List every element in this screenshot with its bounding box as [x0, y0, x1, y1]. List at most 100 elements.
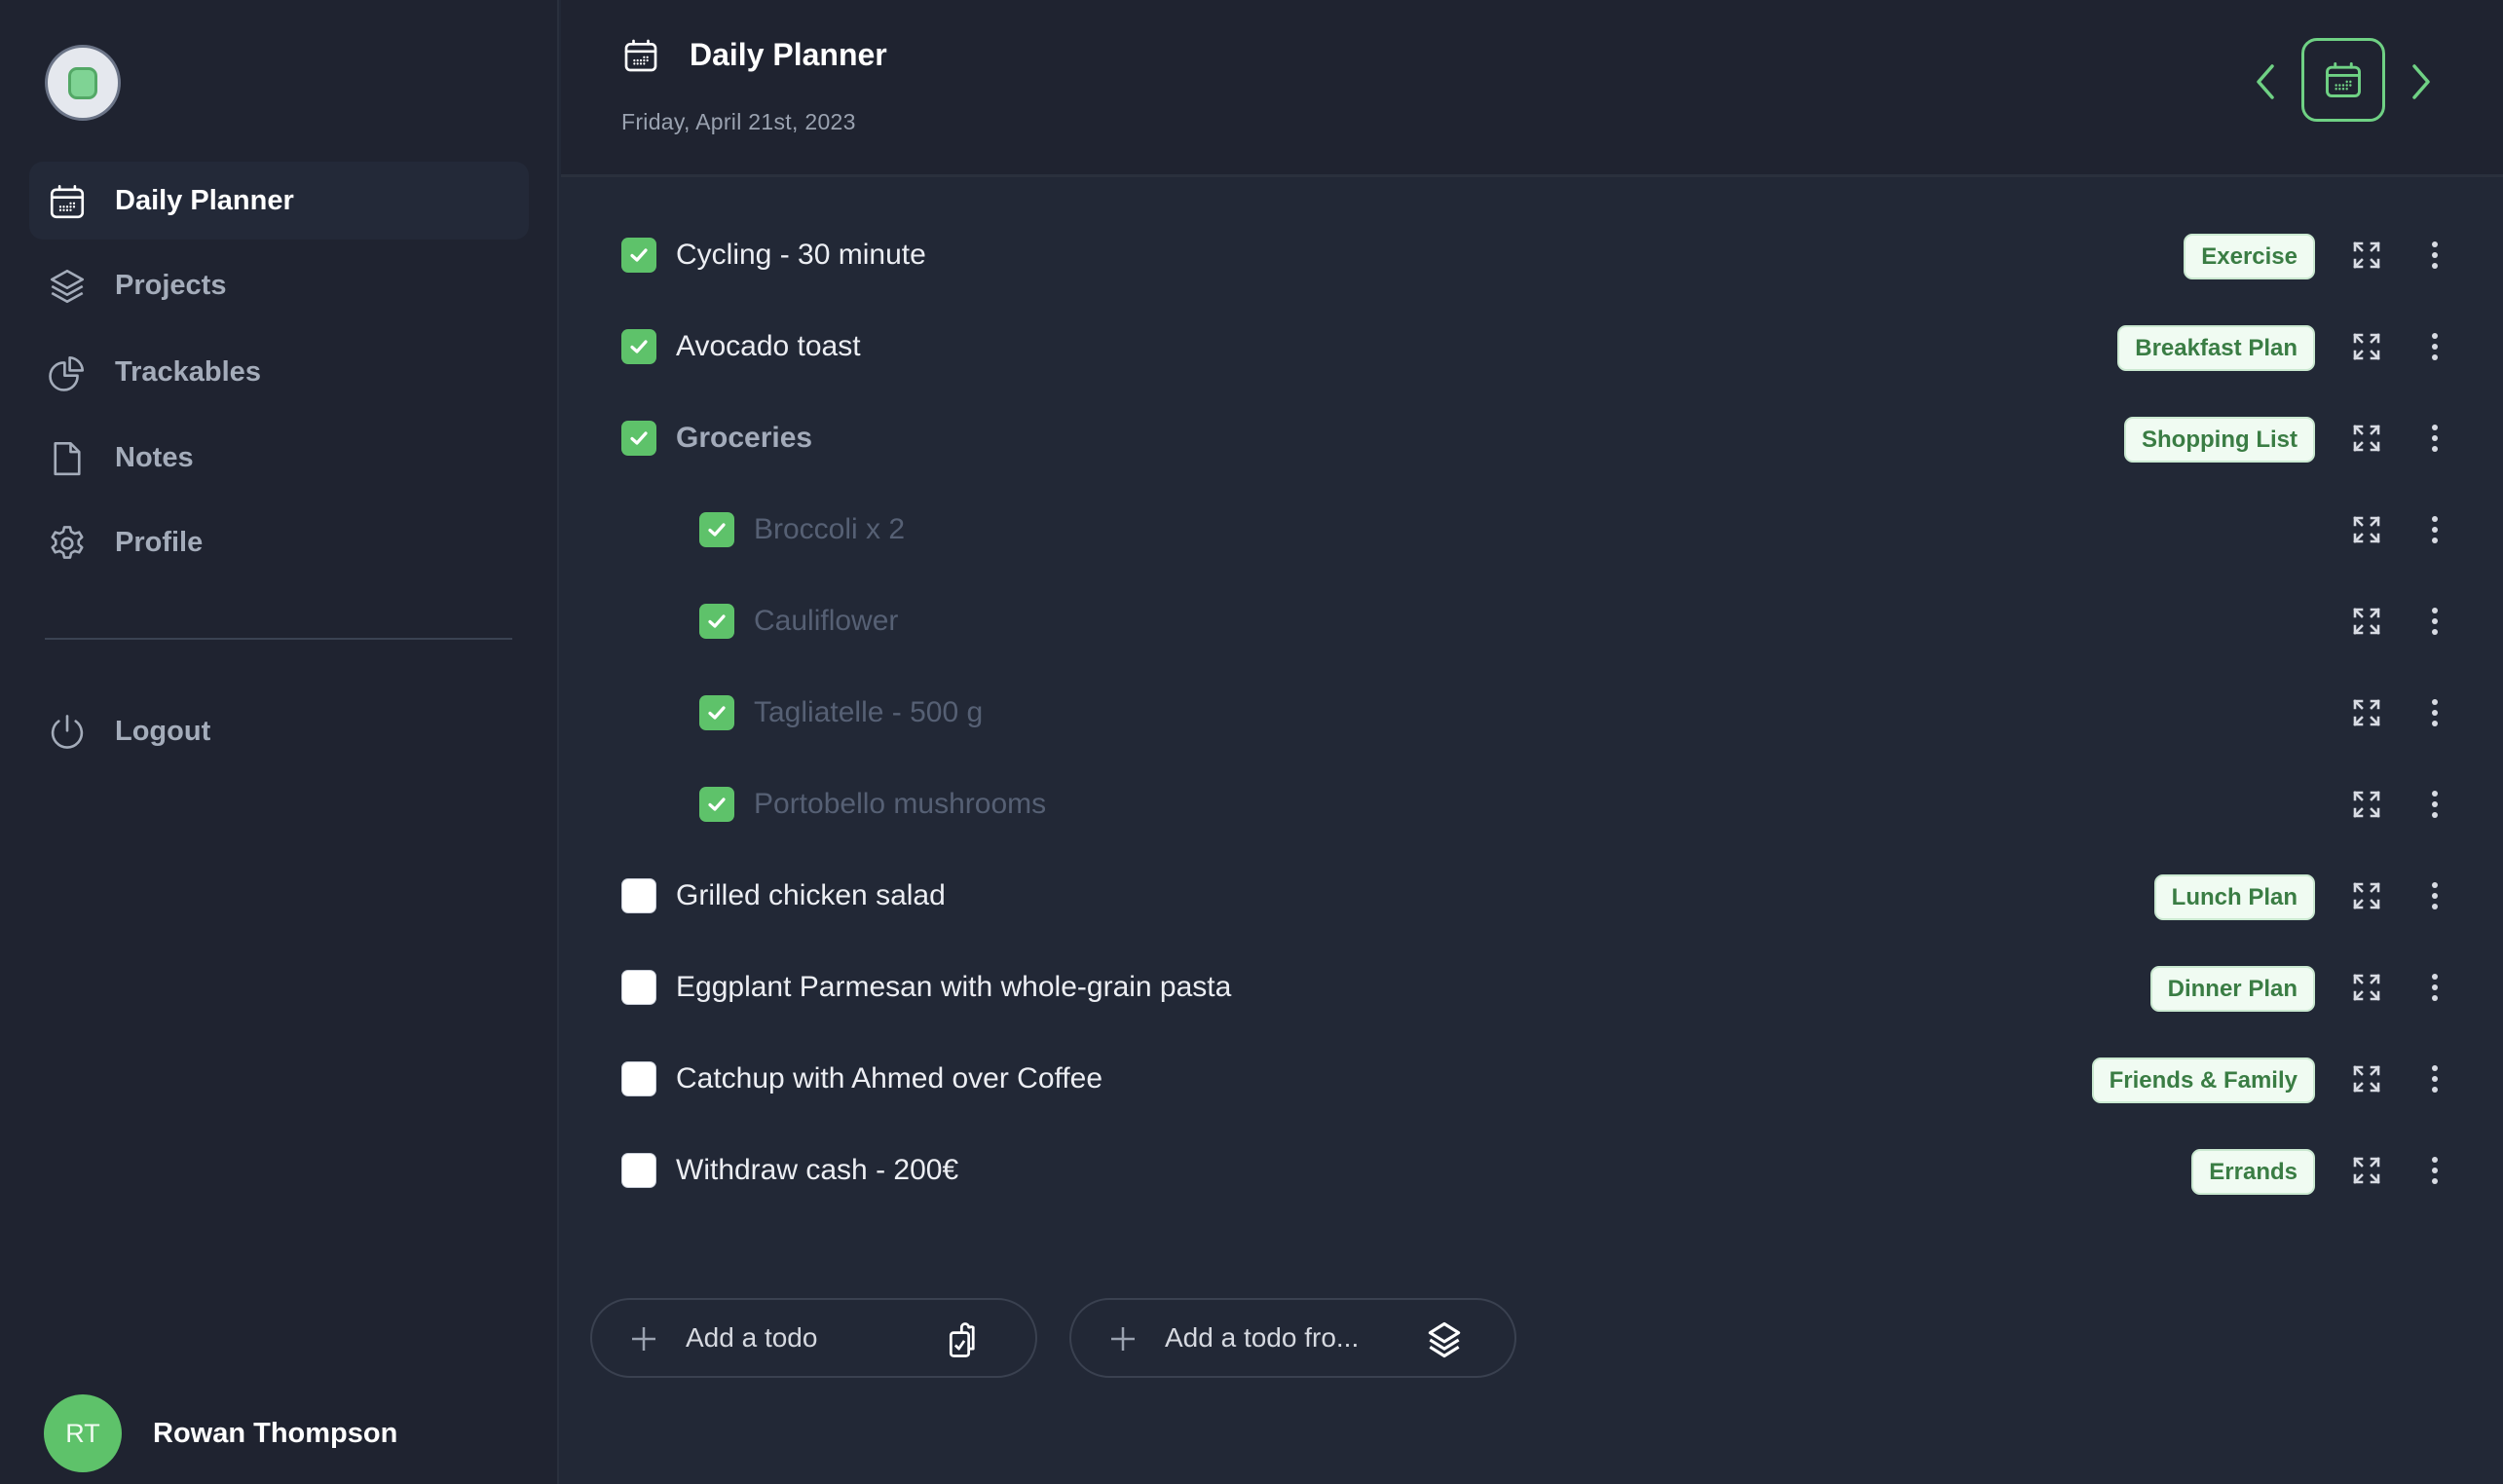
- checkmark-icon: [630, 340, 648, 353]
- checkmark-icon: [708, 614, 726, 628]
- todo-checkbox[interactable]: [699, 787, 734, 822]
- sidebar-item-projects[interactable]: Projects: [29, 246, 529, 324]
- expand-icon[interactable]: [2351, 240, 2382, 271]
- more-options-icon[interactable]: [2427, 971, 2443, 1004]
- plus-icon: [632, 1327, 655, 1351]
- todo-checkbox[interactable]: [621, 1061, 656, 1096]
- todo-tag[interactable]: Shopping List: [2124, 417, 2315, 463]
- todo-tag[interactable]: Dinner Plan: [2149, 966, 2315, 1012]
- expand-icon[interactable]: [2351, 972, 2382, 1003]
- expand-icon[interactable]: [2351, 606, 2382, 637]
- expand-icon[interactable]: [2351, 331, 2382, 362]
- todo-item: Tagliatelle - 500 g: [561, 667, 2503, 759]
- logo-mark: [68, 66, 97, 99]
- todo-label[interactable]: Cauliflower: [754, 605, 898, 638]
- expand-icon[interactable]: [2351, 789, 2382, 820]
- logout-label: Logout: [115, 715, 211, 747]
- sidebar-item-label: Projects: [115, 269, 227, 301]
- todo-item: Broccoli x 2: [561, 484, 2503, 575]
- todo-checkbox[interactable]: [621, 329, 656, 364]
- gear-icon: [47, 523, 88, 564]
- app-logo[interactable]: [45, 45, 121, 121]
- more-options-icon[interactable]: [2427, 330, 2443, 363]
- sidebar-item-profile[interactable]: Profile: [29, 503, 529, 581]
- power-icon: [47, 712, 88, 753]
- add-todo-from-label: Add a todo fro...: [1165, 1322, 1360, 1353]
- todo-label[interactable]: Cycling - 30 minute: [676, 239, 926, 272]
- sidebar: Daily Planner Projects Trackables Notes …: [0, 0, 559, 1484]
- todo-tag[interactable]: Breakfast Plan: [2117, 325, 2315, 371]
- more-options-icon[interactable]: [2427, 1154, 2443, 1187]
- todo-item: Cauliflower: [561, 575, 2503, 667]
- todo-checkbox[interactable]: [621, 238, 656, 273]
- todo-tag[interactable]: Exercise: [2184, 234, 2315, 279]
- todo-item: Avocado toast Breakfast Plan: [561, 301, 2503, 392]
- sidebar-item-label: Notes: [115, 441, 194, 473]
- expand-icon[interactable]: [2351, 880, 2382, 911]
- sidebar-item-label: Profile: [115, 526, 204, 558]
- todo-checkbox[interactable]: [699, 695, 734, 730]
- todo-checkbox[interactable]: [621, 421, 656, 456]
- todo-label[interactable]: Withdraw cash - 200€: [676, 1154, 958, 1187]
- todo-checkbox[interactable]: [621, 1153, 656, 1188]
- checkmark-icon: [708, 706, 726, 720]
- sidebar-item-notes[interactable]: Notes: [29, 419, 529, 497]
- previous-day-button[interactable]: [2246, 58, 2285, 105]
- page-title: Daily Planner: [690, 37, 887, 72]
- plus-icon: [1111, 1327, 1135, 1351]
- todo-checkbox[interactable]: [621, 878, 656, 913]
- checkmark-icon: [630, 248, 648, 262]
- todo-item: Portobello mushrooms: [561, 759, 2503, 850]
- todo-label[interactable]: Tagliatelle - 500 g: [754, 696, 983, 729]
- todo-item: Grilled chicken salad Lunch Plan: [561, 850, 2503, 942]
- todo-tag[interactable]: Friends & Family: [2091, 1057, 2315, 1103]
- more-options-icon[interactable]: [2427, 696, 2443, 729]
- todo-checkbox[interactable]: [699, 512, 734, 547]
- sidebar-item-label: Trackables: [115, 355, 261, 388]
- sidebar-divider: [45, 638, 512, 640]
- more-options-icon[interactable]: [2427, 879, 2443, 912]
- todo-checkbox[interactable]: [699, 604, 734, 639]
- checkmark-icon: [630, 431, 648, 445]
- user-name: Rowan Thompson: [153, 1417, 398, 1449]
- todo-label[interactable]: Eggplant Parmesan with whole-grain pasta: [676, 971, 1231, 1004]
- todo-label[interactable]: Broccoli x 2: [754, 513, 905, 546]
- sidebar-item-label: Daily Planner: [115, 184, 294, 216]
- add-todo-button[interactable]: Add a todo: [590, 1298, 1037, 1378]
- todo-tag[interactable]: Errands: [2191, 1149, 2315, 1195]
- next-day-button[interactable]: [2402, 58, 2441, 105]
- todo-label[interactable]: Grilled chicken salad: [676, 879, 946, 912]
- todo-label[interactable]: Portobello mushrooms: [754, 788, 1046, 821]
- logout-button[interactable]: Logout: [29, 692, 529, 770]
- expand-icon[interactable]: [2351, 423, 2382, 454]
- sidebar-item-trackables[interactable]: Trackables: [29, 333, 529, 411]
- more-options-icon[interactable]: [2427, 1062, 2443, 1095]
- sidebar-item-daily-planner[interactable]: Daily Planner: [29, 162, 529, 240]
- page-header: Daily Planner Friday, April 21st, 2023: [561, 0, 2503, 177]
- calendar-picker-button[interactable]: [2301, 38, 2385, 122]
- more-options-icon[interactable]: [2427, 513, 2443, 546]
- calendar-icon: [2326, 62, 2361, 97]
- add-todo-from-project-button[interactable]: Add a todo fro...: [1069, 1298, 1516, 1378]
- todo-list: Cycling - 30 minute Exercise Avocado toa…: [561, 209, 2503, 1216]
- more-options-icon[interactable]: [2427, 239, 2443, 272]
- todo-label[interactable]: Groceries: [676, 422, 812, 455]
- layers-icon: [1428, 1321, 1461, 1358]
- avatar: RT: [44, 1394, 122, 1472]
- more-options-icon[interactable]: [2427, 422, 2443, 455]
- todo-item: Cycling - 30 minute Exercise: [561, 209, 2503, 301]
- checkmark-icon: [708, 523, 726, 537]
- more-options-icon[interactable]: [2427, 605, 2443, 638]
- todo-checkbox[interactable]: [621, 970, 656, 1005]
- todo-item: Groceries Shopping List: [561, 392, 2503, 484]
- expand-icon[interactable]: [2351, 1063, 2382, 1094]
- expand-icon[interactable]: [2351, 1155, 2382, 1186]
- user-profile[interactable]: RT Rowan Thompson: [44, 1394, 397, 1472]
- expand-icon[interactable]: [2351, 697, 2382, 728]
- chevron-right-icon: [2412, 64, 2430, 99]
- expand-icon[interactable]: [2351, 514, 2382, 545]
- todo-label[interactable]: Catchup with Ahmed over Coffee: [676, 1062, 1102, 1095]
- todo-label[interactable]: Avocado toast: [676, 330, 861, 363]
- todo-tag[interactable]: Lunch Plan: [2153, 874, 2315, 920]
- more-options-icon[interactable]: [2427, 788, 2443, 821]
